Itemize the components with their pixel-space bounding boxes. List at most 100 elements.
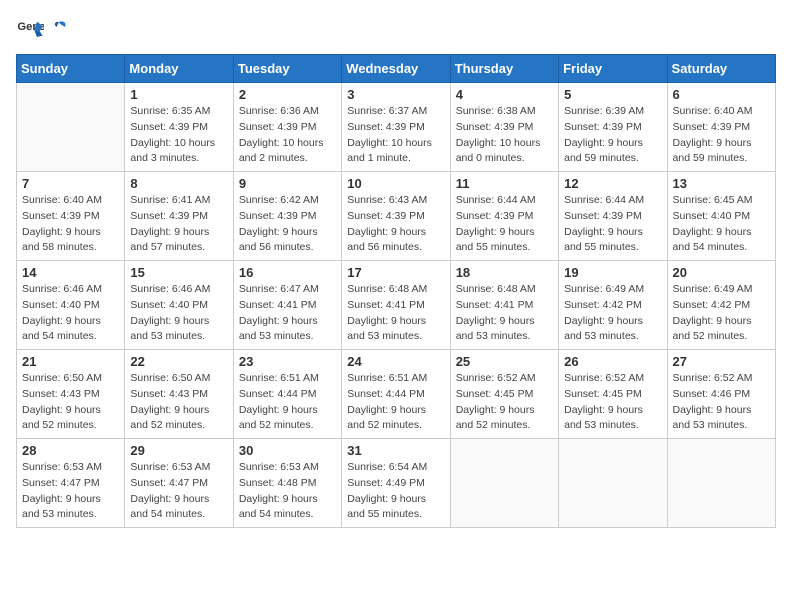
header-tuesday: Tuesday [233, 55, 341, 83]
calendar-cell: 23 Sunrise: 6:51 AM Sunset: 4:44 PM Dayli… [233, 350, 341, 439]
calendar-week-row: 21 Sunrise: 6:50 AM Sunset: 4:43 PM Dayli… [17, 350, 776, 439]
calendar-cell [17, 83, 125, 172]
day-number: 5 [564, 87, 661, 102]
day-info: Sunrise: 6:44 AM Sunset: 4:39 PM Dayligh… [456, 193, 553, 256]
header-thursday: Thursday [450, 55, 558, 83]
header-wednesday: Wednesday [342, 55, 450, 83]
day-number: 11 [456, 176, 553, 191]
logo-bird-icon [49, 18, 69, 38]
calendar-table: SundayMondayTuesdayWednesdayThursdayFrid… [16, 54, 776, 528]
day-number: 26 [564, 354, 661, 369]
calendar-cell: 1Sunrise: 6:35 AM Sunset: 4:39 PM Daylig… [125, 83, 233, 172]
day-number: 15 [130, 265, 227, 280]
day-info: Sunrise: 6:50 AM Sunset: 4:43 PM Dayligh… [130, 371, 227, 434]
day-info: Sunrise: 6:51 AM Sunset: 4:44 PM Dayligh… [347, 371, 444, 434]
day-info: Sunrise: 6:52 AM Sunset: 4:45 PM Dayligh… [456, 371, 553, 434]
day-number: 9 [239, 176, 336, 191]
day-number: 25 [456, 354, 553, 369]
calendar-cell: 31 Sunrise: 6:54 AM Sunset: 4:49 PM Dayli… [342, 439, 450, 528]
day-info: Sunrise: 6:47 AM Sunset: 4:41 PM Dayligh… [239, 282, 336, 345]
calendar-week-row: 7 Sunrise: 6:40 AM Sunset: 4:39 PM Daylig… [17, 172, 776, 261]
calendar-cell: 10 Sunrise: 6:43 AM Sunset: 4:39 PM Dayli… [342, 172, 450, 261]
day-info: Sunrise: 6:46 AM Sunset: 4:40 PM Dayligh… [22, 282, 119, 345]
day-number: 8 [130, 176, 227, 191]
calendar-cell: 22 Sunrise: 6:50 AM Sunset: 4:43 PM Dayli… [125, 350, 233, 439]
header-friday: Friday [559, 55, 667, 83]
calendar-cell [450, 439, 558, 528]
day-info: Sunrise: 6:42 AM Sunset: 4:39 PM Dayligh… [239, 193, 336, 256]
day-info: Sunrise: 6:46 AM Sunset: 4:40 PM Dayligh… [130, 282, 227, 345]
day-number: 17 [347, 265, 444, 280]
day-info: Sunrise: 6:49 AM Sunset: 4:42 PM Dayligh… [673, 282, 770, 345]
day-info: Sunrise: 6:53 AM Sunset: 4:47 PM Dayligh… [130, 460, 227, 523]
day-info: Sunrise: 6:40 AM Sunset: 4:39 PM Dayligh… [673, 104, 770, 167]
calendar-cell: 19Sunrise: 6:49 AM Sunset: 4:42 PM Dayli… [559, 261, 667, 350]
day-info: Sunrise: 6:45 AM Sunset: 4:40 PM Dayligh… [673, 193, 770, 256]
day-number: 7 [22, 176, 119, 191]
day-number: 16 [239, 265, 336, 280]
day-number: 29 [130, 443, 227, 458]
calendar-cell: 7 Sunrise: 6:40 AM Sunset: 4:39 PM Daylig… [17, 172, 125, 261]
day-number: 19 [564, 265, 661, 280]
calendar-cell: 30 Sunrise: 6:53 AM Sunset: 4:48 PM Dayli… [233, 439, 341, 528]
calendar-cell: 26Sunrise: 6:52 AM Sunset: 4:45 PM Dayli… [559, 350, 667, 439]
calendar-week-row: 1Sunrise: 6:35 AM Sunset: 4:39 PM Daylig… [17, 83, 776, 172]
day-info: Sunrise: 6:37 AM Sunset: 4:39 PM Dayligh… [347, 104, 444, 167]
day-info: Sunrise: 6:53 AM Sunset: 4:47 PM Dayligh… [22, 460, 119, 523]
calendar-week-row: 28Sunrise: 6:53 AM Sunset: 4:47 PM Dayli… [17, 439, 776, 528]
day-info: Sunrise: 6:38 AM Sunset: 4:39 PM Dayligh… [456, 104, 553, 167]
day-number: 30 [239, 443, 336, 458]
day-number: 1 [130, 87, 227, 102]
day-info: Sunrise: 6:51 AM Sunset: 4:44 PM Dayligh… [239, 371, 336, 434]
day-number: 12 [564, 176, 661, 191]
calendar-cell: 11 Sunrise: 6:44 AM Sunset: 4:39 PM Dayli… [450, 172, 558, 261]
page-header: General [16, 16, 776, 44]
calendar-header-row: SundayMondayTuesdayWednesdayThursdayFrid… [17, 55, 776, 83]
day-number: 14 [22, 265, 119, 280]
calendar-cell: 21Sunrise: 6:50 AM Sunset: 4:43 PM Dayli… [17, 350, 125, 439]
day-info: Sunrise: 6:48 AM Sunset: 4:41 PM Dayligh… [347, 282, 444, 345]
calendar-cell: 3 Sunrise: 6:37 AM Sunset: 4:39 PM Daylig… [342, 83, 450, 172]
day-number: 22 [130, 354, 227, 369]
calendar-cell: 6 Sunrise: 6:40 AM Sunset: 4:39 PM Daylig… [667, 83, 775, 172]
calendar-cell [559, 439, 667, 528]
calendar-cell: 24 Sunrise: 6:51 AM Sunset: 4:44 PM Dayli… [342, 350, 450, 439]
calendar-cell: 20 Sunrise: 6:49 AM Sunset: 4:42 PM Dayli… [667, 261, 775, 350]
day-number: 21 [22, 354, 119, 369]
calendar-cell: 4 Sunrise: 6:38 AM Sunset: 4:39 PM Daylig… [450, 83, 558, 172]
header-monday: Monday [125, 55, 233, 83]
day-number: 4 [456, 87, 553, 102]
header-saturday: Saturday [667, 55, 775, 83]
calendar-cell: 16 Sunrise: 6:47 AM Sunset: 4:41 PM Dayli… [233, 261, 341, 350]
day-info: Sunrise: 6:44 AM Sunset: 4:39 PM Dayligh… [564, 193, 661, 256]
calendar-cell [667, 439, 775, 528]
calendar-cell: 27Sunrise: 6:52 AM Sunset: 4:46 PM Dayli… [667, 350, 775, 439]
day-info: Sunrise: 6:53 AM Sunset: 4:48 PM Dayligh… [239, 460, 336, 523]
day-number: 24 [347, 354, 444, 369]
logo-icon: General [16, 16, 44, 44]
calendar-cell: 28Sunrise: 6:53 AM Sunset: 4:47 PM Dayli… [17, 439, 125, 528]
day-number: 10 [347, 176, 444, 191]
day-number: 27 [673, 354, 770, 369]
day-info: Sunrise: 6:40 AM Sunset: 4:39 PM Dayligh… [22, 193, 119, 256]
day-number: 23 [239, 354, 336, 369]
calendar-cell: 25 Sunrise: 6:52 AM Sunset: 4:45 PM Dayli… [450, 350, 558, 439]
day-info: Sunrise: 6:48 AM Sunset: 4:41 PM Dayligh… [456, 282, 553, 345]
calendar-cell: 8 Sunrise: 6:41 AM Sunset: 4:39 PM Daylig… [125, 172, 233, 261]
day-info: Sunrise: 6:43 AM Sunset: 4:39 PM Dayligh… [347, 193, 444, 256]
day-number: 6 [673, 87, 770, 102]
day-number: 2 [239, 87, 336, 102]
day-info: Sunrise: 6:41 AM Sunset: 4:39 PM Dayligh… [130, 193, 227, 256]
day-number: 3 [347, 87, 444, 102]
calendar-cell: 29 Sunrise: 6:53 AM Sunset: 4:47 PM Dayli… [125, 439, 233, 528]
day-number: 13 [673, 176, 770, 191]
day-number: 31 [347, 443, 444, 458]
calendar-week-row: 14 Sunrise: 6:46 AM Sunset: 4:40 PM Dayli… [17, 261, 776, 350]
calendar-cell: 17 Sunrise: 6:48 AM Sunset: 4:41 PM Dayli… [342, 261, 450, 350]
logo: General [16, 16, 70, 44]
calendar-cell: 15 Sunrise: 6:46 AM Sunset: 4:40 PM Dayli… [125, 261, 233, 350]
header-sunday: Sunday [17, 55, 125, 83]
day-number: 20 [673, 265, 770, 280]
calendar-cell: 9 Sunrise: 6:42 AM Sunset: 4:39 PM Daylig… [233, 172, 341, 261]
day-info: Sunrise: 6:54 AM Sunset: 4:49 PM Dayligh… [347, 460, 444, 523]
